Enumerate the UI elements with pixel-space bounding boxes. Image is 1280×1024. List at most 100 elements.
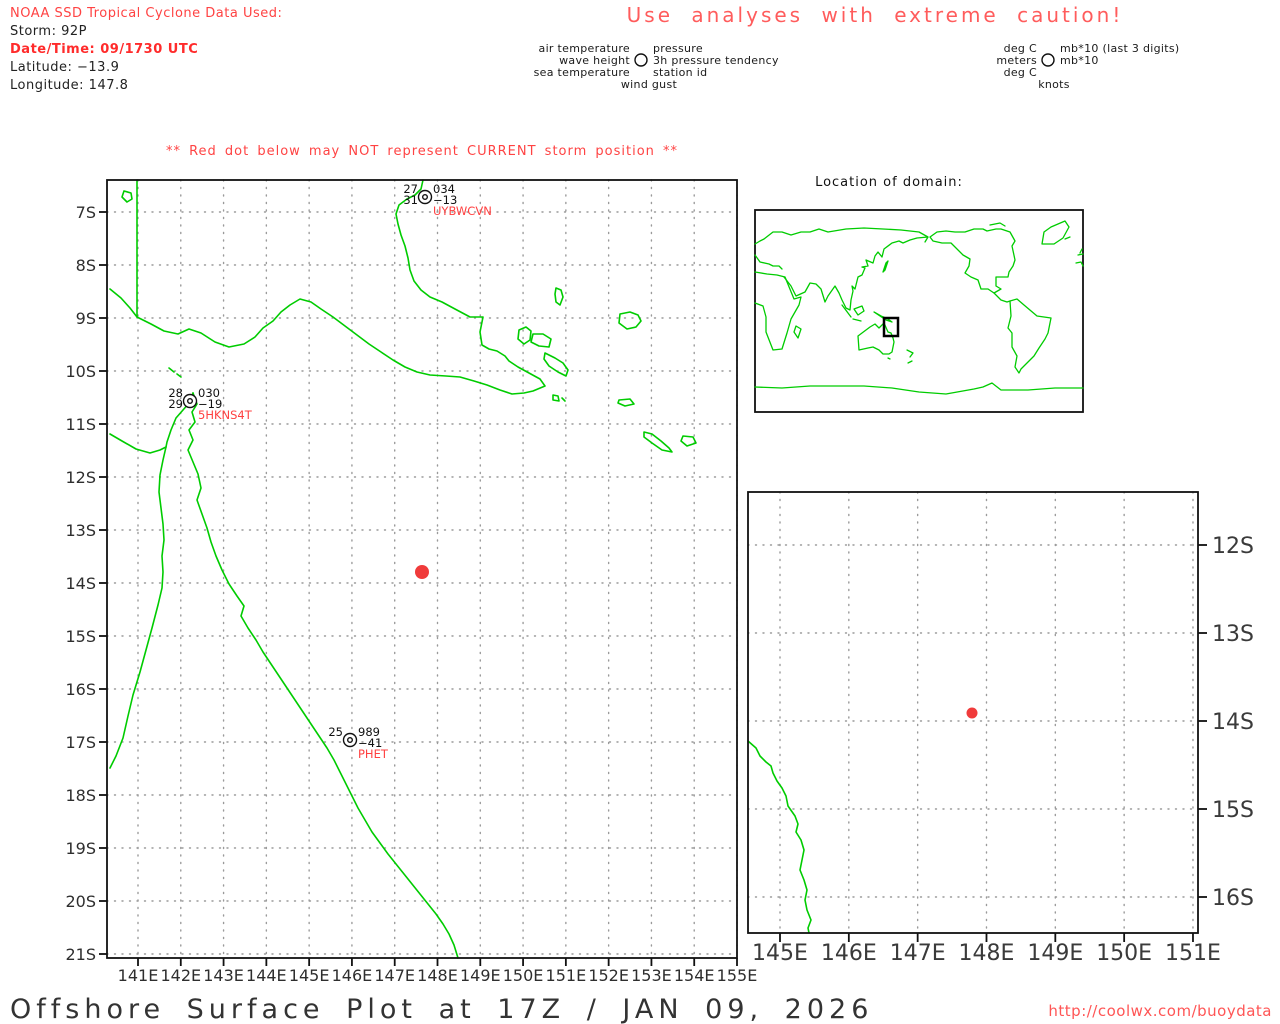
x-axis-label: 149E — [460, 966, 501, 985]
island-oval-east-png — [517, 326, 532, 345]
world-europe-right-edge — [1075, 248, 1084, 267]
legend-unit-degc-sea: deg C — [1004, 66, 1037, 79]
world-madagascar — [793, 325, 802, 339]
station-id-label: UYBWCVN — [433, 204, 492, 218]
y-axis-label: 7S — [76, 203, 96, 222]
station-plot-UYBWCVN: 27 03431 −13UYBWCVN — [403, 182, 491, 218]
station-circle-icon — [417, 189, 433, 205]
x-axis-label: 147E — [374, 966, 415, 985]
station-plots: 27 03431 −13UYBWCVN 28 03029 −195HKNS4T 25 989−… — [168, 182, 491, 761]
y-axis-label: 20S — [65, 892, 96, 911]
world-antarctica — [754, 382, 1084, 395]
legend-station-circle-icon — [634, 53, 648, 67]
plot-title: Offshore Surface Plot at 17Z / JAN 09, 2… — [10, 994, 873, 1024]
y-axis-label: 14S — [1212, 710, 1254, 735]
y-axis-label: 9S — [76, 309, 96, 328]
caution-headline: Use analyses with extreme caution! — [627, 3, 1124, 27]
world-eurasia — [754, 227, 929, 311]
x-axis-label: 144E — [246, 966, 287, 985]
storm-id-line: Storm: 92P — [10, 24, 87, 39]
y-axis-label: 16S — [1212, 886, 1254, 911]
x-axis-label: 142E — [160, 966, 201, 985]
station-plot-5HKNS4T: 28 03029 −195HKNS4T — [168, 386, 252, 422]
world-australia — [857, 322, 895, 355]
x-axis-label: 143E — [203, 966, 244, 985]
x-axis-label: 150E — [503, 966, 544, 985]
zoom-storm-position-dot — [966, 707, 978, 719]
queensland-east-coast — [187, 392, 459, 959]
y-axis-label: 21S — [65, 945, 96, 964]
world-central-america — [993, 292, 1011, 303]
world-south-america — [1007, 298, 1052, 374]
y-axis-label: 8S — [76, 256, 96, 275]
main-map-axis-ticks: 141E 142E 143E 144E 145E 146E 147E 148E 149E 150E… — [65, 203, 757, 985]
x-axis-label: 145E — [289, 966, 330, 985]
station-wave-height: 29 — [168, 397, 183, 411]
new-ireland-island — [554, 287, 564, 306]
noaa-source-line: NOAA SSD Tropical Cyclone Data Used: — [10, 6, 282, 21]
station-legend-labels: air temperature pressure wave height 3h … — [534, 42, 779, 91]
legend-unit-mb10: mb*10 — [1060, 54, 1099, 67]
legend-units-station-circle-icon — [1041, 53, 1055, 67]
y-axis-label: 17S — [65, 733, 96, 752]
y-axis-label: 10S — [65, 362, 96, 381]
legend-sea-temperature: sea temperature — [534, 66, 630, 79]
world-borneo — [853, 305, 865, 316]
x-axis-label: 148E — [417, 966, 458, 985]
y-axis-label: 13S — [65, 521, 96, 540]
main-map: 27 03431 −13UYBWCVN 28 03029 −195HKNS4T 25 989−… — [65, 179, 757, 985]
new-britain-island — [530, 333, 552, 348]
inset-border — [754, 209, 1084, 413]
station-plot-PHET: 25 989−41PHET — [328, 725, 388, 761]
inset-title: Location of domain: — [815, 175, 963, 190]
x-axis-label: 147E — [890, 941, 946, 966]
y-axis-label: 13S — [1212, 622, 1254, 647]
x-axis-label: 149E — [1027, 941, 1083, 966]
x-axis-label: 153E — [631, 966, 672, 985]
source-url: http://coolwx.com/buoydata — [1048, 1002, 1272, 1020]
world-iceland — [1064, 236, 1071, 240]
world-arctic-islands — [989, 222, 1006, 227]
world-greenland — [1041, 220, 1070, 245]
x-axis-label: 150E — [1096, 941, 1152, 966]
world-japan — [882, 260, 889, 273]
world-coastlines — [754, 220, 1084, 395]
x-axis-label: 154E — [674, 966, 715, 985]
legend-wind-gust: wind gust — [621, 78, 678, 91]
world-new-zealand — [906, 349, 914, 364]
storm-latitude-line: Latitude: −13.9 — [10, 60, 119, 75]
world-europe-west — [754, 254, 783, 270]
station-legend-units: deg C mb*10 (last 3 digits) meters mb*10… — [996, 42, 1179, 91]
station-air-temperature: 25 — [328, 725, 343, 739]
y-axis-label: 19S — [65, 839, 96, 858]
cape-york-west-coast — [109, 392, 194, 769]
offshore-surface-plot-page: NOAA SSD Tropical Cyclone Data Used: Sto… — [0, 0, 1280, 1024]
station-id-label: PHET — [358, 747, 389, 761]
bougainville-island — [618, 311, 642, 330]
storm-datetime-line: Date/Time: 09/1730 UTC — [10, 42, 198, 57]
world-tasmania — [887, 357, 891, 360]
y-axis-label: 12S — [65, 468, 96, 487]
new-britain-tail — [543, 352, 569, 377]
zoom-map-axis-ticks: 145E 146E 147E 148E 149E 150E 151E 12S 13S 14S 15S… — [752, 534, 1254, 966]
storm-longitude-line: Longitude: 147.8 — [10, 78, 128, 93]
small-islands-southeast-1 — [552, 394, 566, 402]
top-left-islet — [121, 190, 133, 203]
x-axis-label: 151E — [546, 966, 587, 985]
plot-canvas: NOAA SSD Tropical Cyclone Data Used: Sto… — [10, 3, 1272, 1024]
storm-position-dot — [415, 565, 429, 579]
x-axis-label: 148E — [959, 941, 1015, 966]
y-axis-label: 15S — [65, 627, 96, 646]
y-axis-label: 11S — [65, 415, 96, 434]
y-axis-label: 16S — [65, 680, 96, 699]
storm-position-warning: ** Red dot below may NOT represent CURRE… — [166, 144, 678, 159]
y-axis-label: 14S — [65, 574, 96, 593]
louisiade-island — [643, 431, 673, 453]
station-circle-icon — [182, 393, 198, 409]
station-circle-icon — [342, 732, 358, 748]
torres-strait-islets — [168, 367, 182, 378]
y-axis-label: 18S — [65, 786, 96, 805]
x-axis-label: 146E — [332, 966, 373, 985]
station-wave-height: 31 — [403, 193, 418, 207]
y-axis-label: 12S — [1212, 534, 1254, 559]
